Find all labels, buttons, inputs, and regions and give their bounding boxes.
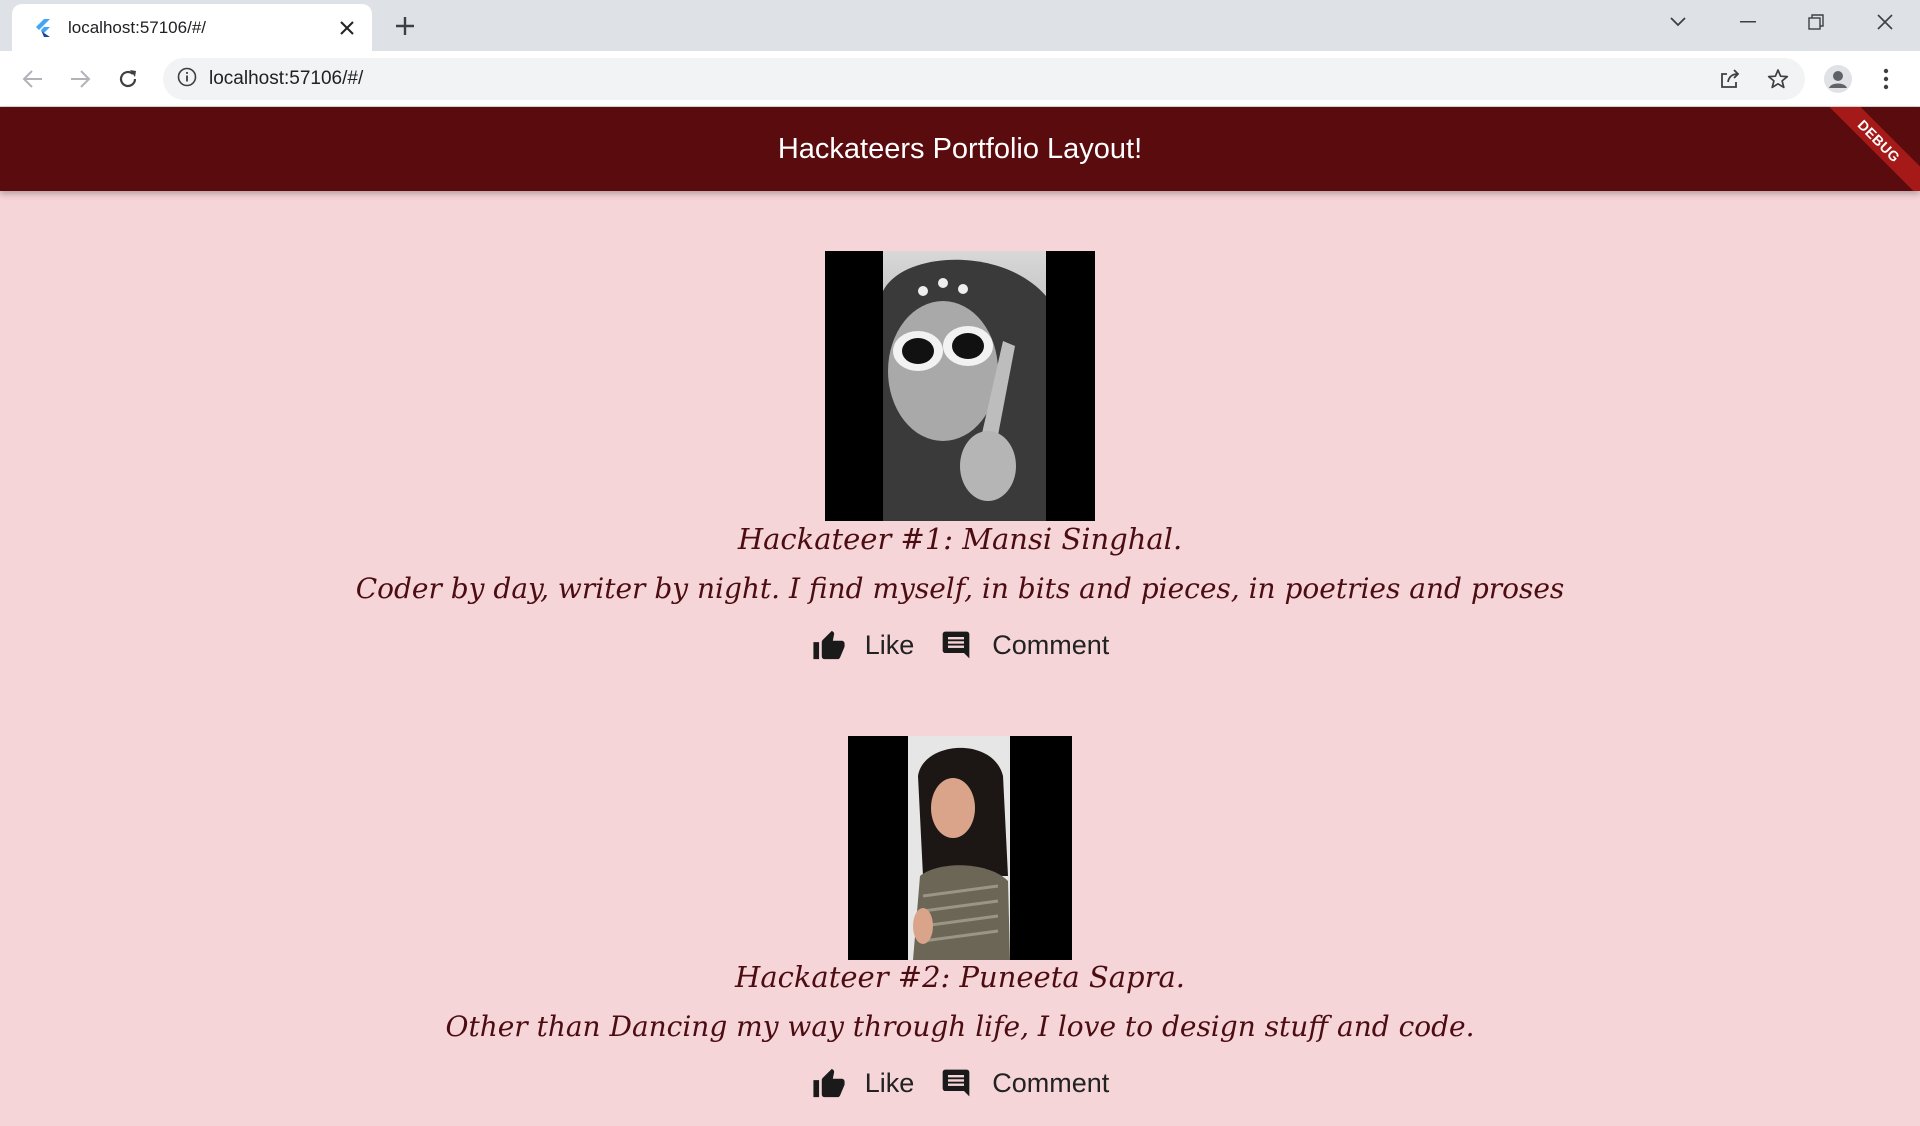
new-tab-button[interactable] xyxy=(390,11,420,41)
thumb-up-icon xyxy=(811,627,847,663)
tab-title: localhost:57106/#/ xyxy=(68,17,206,37)
share-icon[interactable] xyxy=(1712,61,1748,97)
bookmark-star-icon[interactable] xyxy=(1760,61,1796,97)
profile-actions: Like Comment xyxy=(0,1065,1920,1101)
profile-avatar-icon[interactable] xyxy=(1820,61,1856,97)
restore-icon[interactable] xyxy=(1796,6,1836,38)
close-window-icon[interactable] xyxy=(1865,6,1905,38)
thumb-up-icon xyxy=(811,1065,847,1101)
profile-description: Other than Dancing my way through life, … xyxy=(445,1010,1475,1043)
comment-icon xyxy=(938,627,974,663)
reload-icon[interactable] xyxy=(110,61,146,97)
like-label: Like xyxy=(864,1067,915,1098)
profile-photo xyxy=(825,251,1095,521)
like-button[interactable]: Like xyxy=(811,627,915,663)
like-button[interactable]: Like xyxy=(811,1065,915,1101)
profile-title: Hackateer #1: Mansi Singhal. xyxy=(737,522,1183,556)
browser-menu-icon[interactable] xyxy=(1868,61,1904,97)
forward-icon[interactable] xyxy=(62,61,98,97)
browser-tab[interactable]: localhost:57106/#/ xyxy=(12,4,372,51)
app-title: Hackateers Portfolio Layout! xyxy=(777,132,1143,165)
profile-title: Hackateer #2: Puneeta Sapra. xyxy=(735,960,1185,994)
tab-close-icon[interactable] xyxy=(336,17,358,39)
debug-banner: DEBUG xyxy=(1818,107,1920,191)
like-label: Like xyxy=(864,629,915,660)
app-bar: Hackateers Portfolio Layout! DEBUG xyxy=(0,107,1920,191)
profile-description: Coder by day, writer by night. I find my… xyxy=(355,572,1565,605)
comment-button[interactable]: Comment xyxy=(938,627,1109,663)
comment-icon xyxy=(938,1065,974,1101)
url-text: localhost:57106/#/ xyxy=(209,68,364,89)
flutter-favicon-icon xyxy=(32,17,54,39)
profile-actions: Like Comment xyxy=(0,627,1920,663)
minimize-icon[interactable] xyxy=(1728,6,1768,38)
comment-label: Comment xyxy=(992,1067,1110,1098)
comment-label: Comment xyxy=(992,629,1110,660)
profile-photo xyxy=(848,736,1072,960)
comment-button[interactable]: Comment xyxy=(938,1065,1109,1101)
browser-tab-bar: localhost:57106/#/ xyxy=(0,0,1920,51)
tab-search-icon[interactable] xyxy=(1658,6,1698,38)
browser-toolbar: localhost:57106/#/ xyxy=(0,51,1920,107)
site-info-icon[interactable] xyxy=(177,67,197,92)
address-bar[interactable]: localhost:57106/#/ xyxy=(163,58,1805,100)
back-icon[interactable] xyxy=(15,61,51,97)
